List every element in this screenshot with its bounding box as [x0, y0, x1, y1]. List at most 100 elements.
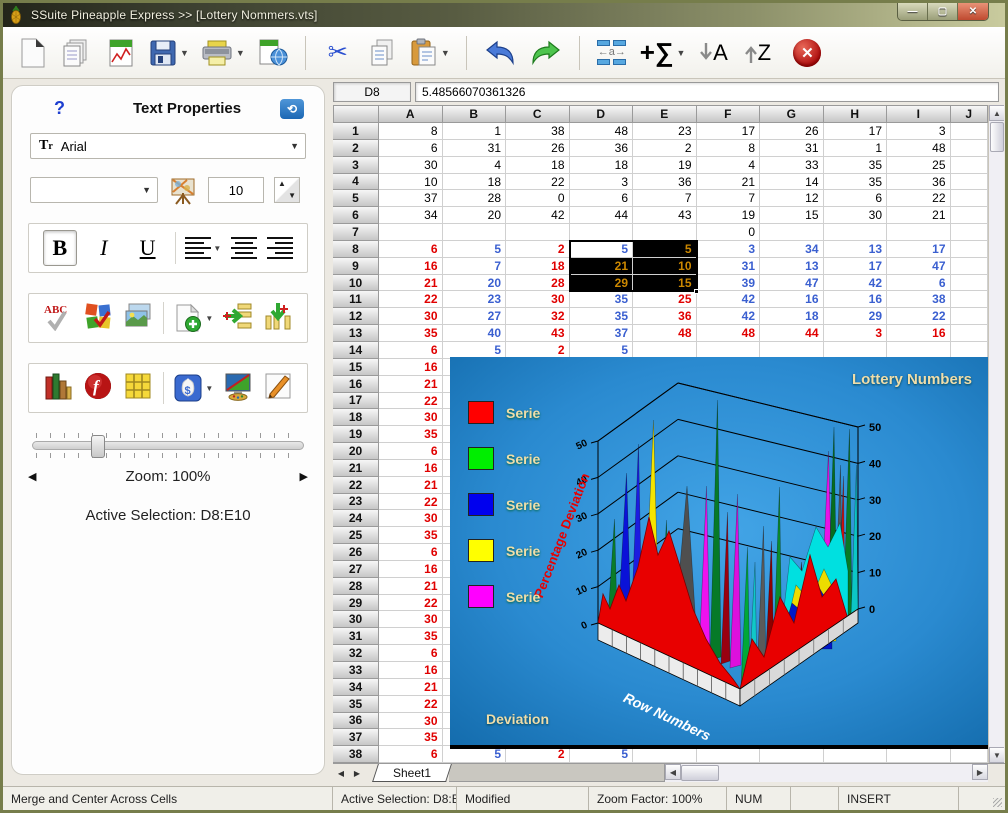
cell-J7[interactable]	[951, 224, 989, 241]
cell-B11[interactable]: 23	[443, 291, 507, 308]
font-size-input[interactable]: 10	[208, 177, 264, 203]
cell-H8[interactable]: 13	[824, 241, 888, 258]
vertical-scroll-thumb[interactable]	[990, 122, 1004, 152]
cell-B8[interactable]: 5	[443, 241, 507, 258]
maximize-button[interactable]: ▢	[928, 3, 958, 20]
cell-A13[interactable]: 35	[379, 325, 443, 342]
column-header[interactable]: B	[443, 105, 507, 123]
screen-color-button[interactable]	[223, 371, 253, 406]
cell-H10[interactable]: 42	[824, 275, 888, 292]
row-header[interactable]: 10	[333, 275, 379, 292]
cell-J10[interactable]	[951, 275, 989, 292]
cell-D2[interactable]: 36	[570, 140, 634, 157]
cell-C2[interactable]: 26	[506, 140, 570, 157]
redo-button[interactable]	[525, 32, 567, 74]
cell-G6[interactable]: 15	[760, 207, 824, 224]
horizontal-scroll-thumb[interactable]	[681, 765, 719, 781]
cell-D12[interactable]: 35	[570, 308, 634, 325]
cell-A9[interactable]: 16	[379, 258, 443, 275]
cell-A1[interactable]: 8	[379, 123, 443, 140]
row-header[interactable]: 30	[333, 611, 379, 628]
cell-J11[interactable]	[951, 291, 989, 308]
cell-A37[interactable]: 35	[379, 729, 443, 746]
cell-C6[interactable]: 42	[506, 207, 570, 224]
cell-I9[interactable]: 47	[887, 258, 951, 275]
cell-F13[interactable]: 48	[697, 325, 761, 342]
sort-descending-button[interactable]: Z	[737, 32, 777, 74]
row-header[interactable]: 6	[333, 207, 379, 224]
font-color-select[interactable]: ▼	[30, 177, 158, 203]
cell-E11[interactable]: 25	[633, 291, 697, 308]
cell-A30[interactable]: 30	[379, 611, 443, 628]
cell-E5[interactable]: 7	[633, 190, 697, 207]
row-header[interactable]: 17	[333, 393, 379, 410]
cell-G9[interactable]: 13	[760, 258, 824, 275]
cell-J4[interactable]	[951, 174, 989, 191]
scroll-left-icon[interactable]: ◀	[665, 764, 681, 780]
stepper-down-icon[interactable]: ▼	[288, 192, 296, 200]
cell-C5[interactable]: 0	[506, 190, 570, 207]
cell-I2[interactable]: 48	[887, 140, 951, 157]
formula-input[interactable]: 5.48566070361326	[415, 82, 999, 102]
row-header[interactable]: 2	[333, 140, 379, 157]
cell-A33[interactable]: 16	[379, 662, 443, 679]
row-header[interactable]: 12	[333, 308, 379, 325]
row-header[interactable]: 15	[333, 359, 379, 376]
lottery-chart[interactable]: 0010102020303040405050 Percentage Deviat…	[450, 357, 988, 749]
row-header[interactable]: 36	[333, 713, 379, 730]
close-button[interactable]: ✕	[958, 3, 988, 20]
cell-G7[interactable]	[760, 224, 824, 241]
new-document-button[interactable]	[13, 32, 53, 74]
bold-button[interactable]: B	[43, 230, 77, 266]
cell-F6[interactable]: 19	[697, 207, 761, 224]
cell-E8[interactable]: 5	[633, 241, 697, 258]
title-bar[interactable]: SSuite Pineapple Express >> [Lottery Nom…	[3, 3, 1005, 27]
print-dropdown-arrow[interactable]: ▼	[236, 48, 245, 58]
row-header[interactable]: 21	[333, 460, 379, 477]
cell-A21[interactable]: 16	[379, 460, 443, 477]
cell-D13[interactable]: 37	[570, 325, 634, 342]
cell-A24[interactable]: 30	[379, 510, 443, 527]
row-header[interactable]: 16	[333, 376, 379, 393]
cell-I13[interactable]: 16	[887, 325, 951, 342]
cell-B3[interactable]: 4	[443, 157, 507, 174]
row-header[interactable]: 8	[333, 241, 379, 258]
cell-H3[interactable]: 35	[824, 157, 888, 174]
cell-A12[interactable]: 30	[379, 308, 443, 325]
cell-E2[interactable]: 2	[633, 140, 697, 157]
cell-A27[interactable]: 16	[379, 561, 443, 578]
column-header[interactable]: G	[760, 105, 824, 123]
exit-button[interactable]: ✕	[787, 32, 827, 74]
align-right-button[interactable]	[267, 237, 293, 259]
cell-C11[interactable]: 30	[506, 291, 570, 308]
cell-H2[interactable]: 1	[824, 140, 888, 157]
save-button[interactable]: ▼	[145, 32, 193, 74]
cell-D10[interactable]: 29	[570, 275, 634, 292]
cell-I12[interactable]: 22	[887, 308, 951, 325]
cell-E12[interactable]: 36	[633, 308, 697, 325]
cell-B4[interactable]: 18	[443, 174, 507, 191]
underline-button[interactable]: U	[131, 230, 165, 266]
cell-G1[interactable]: 26	[760, 123, 824, 140]
row-header[interactable]: 9	[333, 258, 379, 275]
cell-A35[interactable]: 22	[379, 696, 443, 713]
cell-H5[interactable]: 6	[824, 190, 888, 207]
cell-F1[interactable]: 17	[697, 123, 761, 140]
row-header[interactable]: 18	[333, 409, 379, 426]
cell-F5[interactable]: 7	[697, 190, 761, 207]
cell-H13[interactable]: 3	[824, 325, 888, 342]
print-button[interactable]: ▼	[197, 32, 249, 74]
cell-J5[interactable]	[951, 190, 989, 207]
cell-D11[interactable]: 35	[570, 291, 634, 308]
cell-G11[interactable]: 16	[760, 291, 824, 308]
align-left-button[interactable]: ▼	[185, 237, 221, 259]
help-icon[interactable]: ?	[54, 98, 94, 119]
cell-F3[interactable]: 4	[697, 157, 761, 174]
cell-I7[interactable]	[887, 224, 951, 241]
cell-D7[interactable]	[570, 224, 634, 241]
cell-G4[interactable]: 14	[760, 174, 824, 191]
cell-A16[interactable]: 21	[379, 376, 443, 393]
row-header[interactable]: 26	[333, 544, 379, 561]
cell-E4[interactable]: 36	[633, 174, 697, 191]
cell-A29[interactable]: 22	[379, 595, 443, 612]
